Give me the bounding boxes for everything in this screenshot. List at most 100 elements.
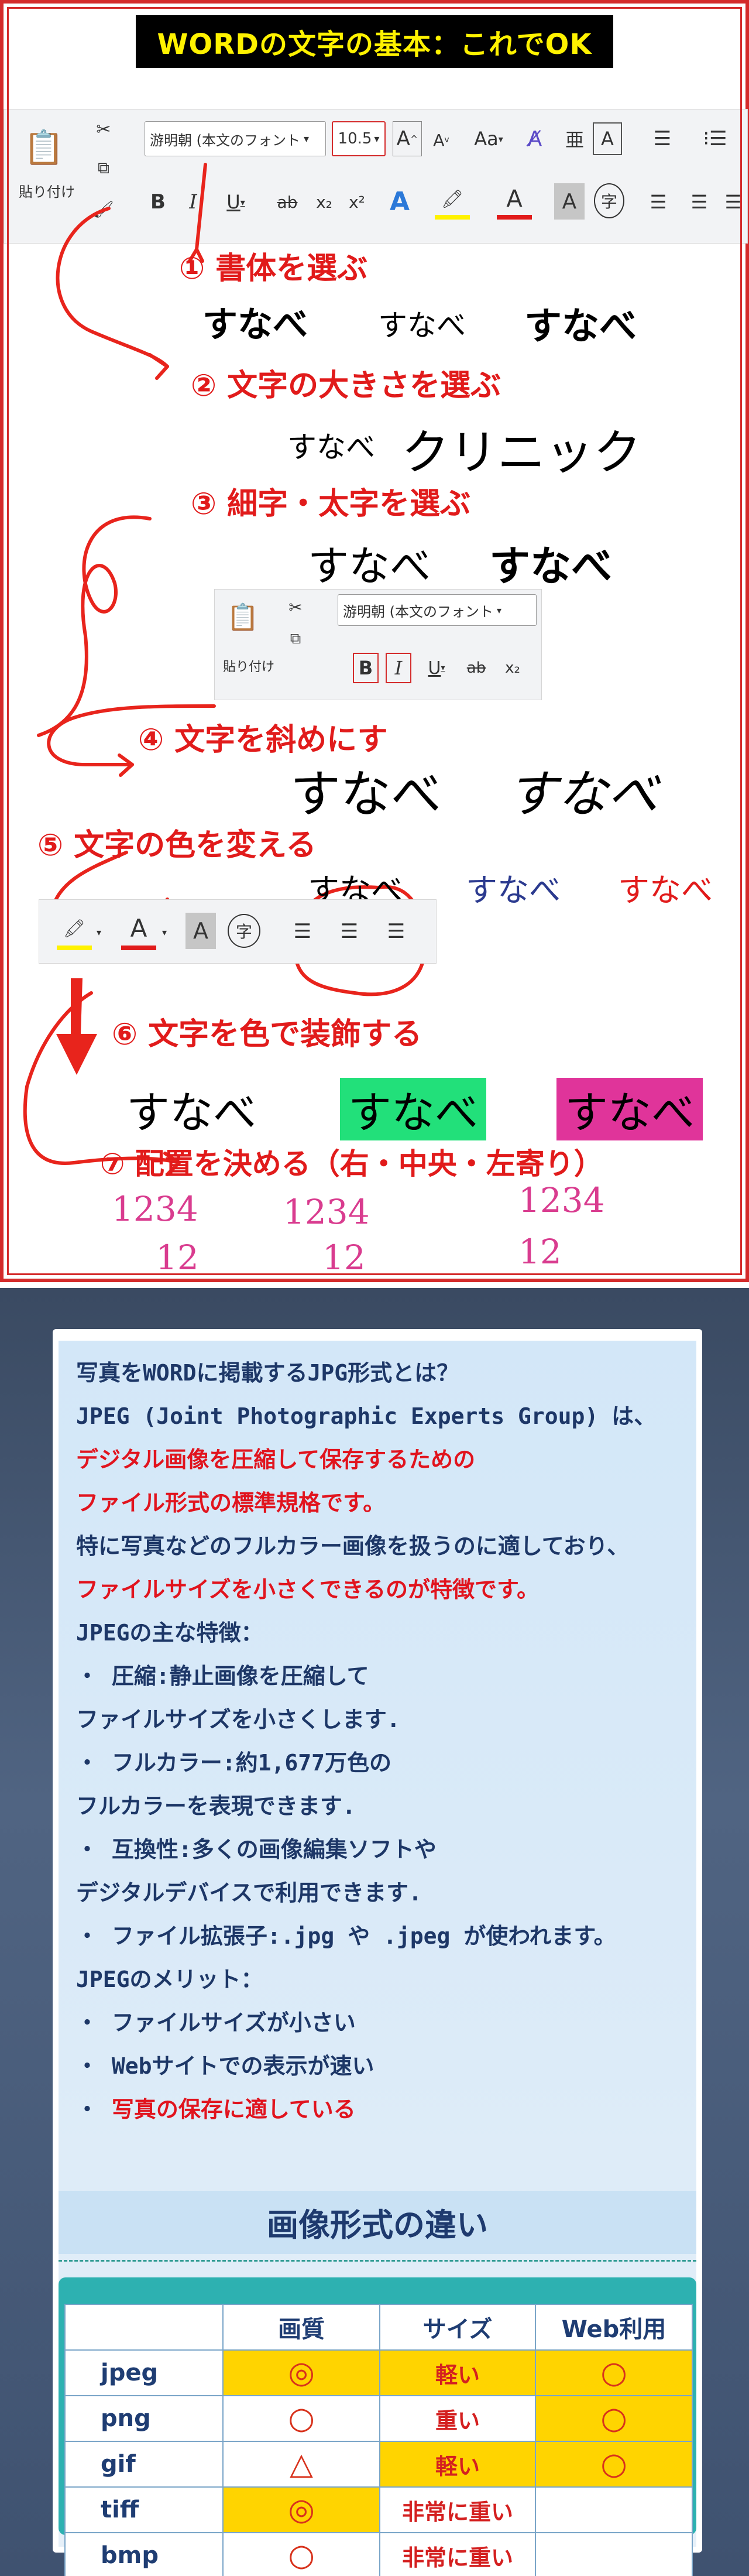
format-painter-icon[interactable]: 🖌 xyxy=(92,197,115,221)
table-header-row: 画質 サイズ Web利用 xyxy=(64,2304,693,2351)
jpeg-text-line: JPEGのメリット： xyxy=(76,1967,263,1992)
jpeg-info-panel: 写真をWORDに掲載するJPG形式とは？ JPEG (Joint Photogra… xyxy=(0,1288,749,2576)
header-web: Web利用 xyxy=(535,2304,693,2351)
chevron-down-icon[interactable]: ▾ xyxy=(93,917,105,947)
shrink-font-button[interactable]: Av xyxy=(427,124,456,156)
size-sample-large: クリニック xyxy=(401,425,642,481)
scissors-icon[interactable]: ✂ xyxy=(92,118,115,141)
step-1-title: ① 書体を選ぶ xyxy=(179,251,368,286)
bold-button[interactable]: B xyxy=(353,653,379,683)
jpeg-text-line: ・ Webサイトでの表示が速い xyxy=(76,2053,374,2079)
jpeg-text-line: ・ 写真の保存に適している xyxy=(76,2095,356,2124)
paste-icon[interactable]: 📋 xyxy=(225,597,260,638)
align-left-icon[interactable]: ☰ xyxy=(285,915,320,948)
chevron-down-icon[interactable]: ▾ xyxy=(159,917,170,947)
jpeg-text-line: デジタル画像を圧縮して保存するための xyxy=(76,1447,476,1472)
phonetic-guide-button[interactable]: 亜 xyxy=(560,120,589,157)
format-name: tiff xyxy=(64,2486,224,2533)
align-center-icon[interactable]: ☰ xyxy=(683,186,716,218)
align-right-icon[interactable]: ☰ xyxy=(719,186,747,218)
jpeg-text-line: JPEG (Joint Photographic Experts Group) … xyxy=(76,1403,657,1429)
weight-sample-light: すなべ xyxy=(308,542,431,590)
format-comparison-table: 画質 サイズ Web利用 jpeg ◎ 軽い ○ png ○ 重い ○ gif … xyxy=(64,2304,693,2576)
subscript-button[interactable]: x₂ xyxy=(311,186,338,218)
header-size: サイズ xyxy=(379,2304,536,2351)
quality-cell: ◎ xyxy=(222,2486,380,2533)
font-sample-heavy: すなべ xyxy=(524,305,637,348)
font-name-value: 游明朝 (本文のフォント xyxy=(343,603,493,620)
align-left-sample-2: 12 xyxy=(156,1238,199,1277)
quality-cell: ◎ xyxy=(222,2349,380,2396)
align-right-icon[interactable]: ☰ xyxy=(379,915,414,948)
jpeg-text-line: JPEGの主な特徴： xyxy=(76,1620,263,1646)
numbering-icon[interactable]: ⁝☰ xyxy=(695,121,736,156)
table-title: 画像形式の違い xyxy=(267,2207,488,2243)
word-ribbon-crop: 📋 貼り付け ✂ ⧉ 游明朝 (本文のフォント ▾ B I U ▾ ab x₂ xyxy=(214,589,542,700)
format-name: png xyxy=(64,2395,224,2442)
change-case-button[interactable]: Aa ▾ xyxy=(466,121,511,156)
font-size-select[interactable]: 10.5 ▾ xyxy=(332,121,386,156)
char-shading-button[interactable]: A xyxy=(185,913,216,949)
jpeg-text-line: 写真をWORDに掲載するJPG形式とは？ xyxy=(76,1360,459,1386)
word-basics-panel: WORDの文字の基本：これでOK 📋 貼り付け ✂ ⧉ 🖌 游明朝 (本文のフォ… xyxy=(0,0,749,1282)
weight-sample-bold: すなべ xyxy=(489,542,612,590)
paste-label[interactable]: 貼り付け xyxy=(15,179,79,202)
chevron-down-icon: ▾ xyxy=(240,196,245,208)
underline-button[interactable]: U ▾ xyxy=(421,653,452,683)
char-shading-button[interactable]: A xyxy=(554,183,585,220)
banner: WORDの文字の基本：これでOK xyxy=(4,15,745,68)
enclose-char-button[interactable]: 字 xyxy=(228,914,260,948)
web-cell xyxy=(535,2486,693,2533)
enclose-char-button[interactable]: 字 xyxy=(594,183,624,218)
copy-icon[interactable]: ⧉ xyxy=(284,627,307,650)
grow-font-button[interactable]: A ^ xyxy=(393,121,422,156)
char-border-button[interactable]: A xyxy=(593,122,622,155)
subscript-button[interactable]: x₂ xyxy=(498,653,527,683)
quality-cell: ○ xyxy=(222,2532,380,2576)
align-left-sample-1: 1234 xyxy=(112,1189,198,1229)
font-name-value: 游明朝 (本文のフォント xyxy=(150,132,300,149)
align-center-icon[interactable]: ☰ xyxy=(332,915,367,948)
font-name-select[interactable]: 游明朝 (本文のフォント ▾ xyxy=(145,121,326,156)
step-6-title: ⑥ 文字を色で装飾する xyxy=(112,1017,422,1052)
strikethrough-button[interactable]: ab xyxy=(461,653,492,683)
copy-icon[interactable]: ⧉ xyxy=(92,156,115,180)
web-cell xyxy=(535,2532,693,2576)
table-row: png ○ 重い ○ xyxy=(64,2395,693,2442)
clear-format-icon[interactable]: A̸ xyxy=(519,121,551,156)
scissors-icon[interactable]: ✂ xyxy=(284,595,307,619)
bullets-icon[interactable]: ☰ xyxy=(642,121,683,156)
paste-label[interactable]: 貼り付け xyxy=(221,654,277,677)
highlight-color-button[interactable]: 🖍 xyxy=(435,183,470,220)
step-7-title: ⑦ 配置を決める（右・中央・左寄り） xyxy=(100,1147,603,1181)
italic-sample-normal: すなべ xyxy=(290,765,441,824)
font-name-select[interactable]: 游明朝 (本文のフォント ▾ xyxy=(338,594,537,626)
chevron-down-icon: ▾ xyxy=(304,132,310,145)
size-cell: 非常に重い xyxy=(379,2532,536,2576)
font-color-button[interactable]: A xyxy=(497,183,532,220)
header-blank xyxy=(64,2304,224,2351)
font-color-button[interactable]: A xyxy=(121,910,156,950)
align-right-sample-2: 12 xyxy=(518,1232,562,1272)
italic-button[interactable]: I xyxy=(180,186,207,218)
font-sample-mincho: すなべ xyxy=(378,309,466,342)
strikethrough-button[interactable]: ab xyxy=(271,186,304,218)
italic-button[interactable]: I xyxy=(386,653,411,683)
jpeg-text-line: 特に写真などのフルカラー画像を扱うのに適しており、 xyxy=(76,1533,630,1559)
highlight-color-button[interactable]: 🖍 xyxy=(57,912,92,950)
jpeg-text-line: ファイルサイズを小さくできるのが特徴です。 xyxy=(76,1577,540,1602)
format-name: bmp xyxy=(64,2532,224,2576)
banner-title: WORDの文字の基本：これでOK xyxy=(136,15,613,68)
bold-button[interactable]: B xyxy=(145,186,171,218)
jpeg-text-line: ・ ファイル拡張子:.jpg や .jpeg が使われます。 xyxy=(76,1923,616,1949)
bullet-mark: ・ xyxy=(76,2097,112,2122)
underline-button[interactable]: U ▾ xyxy=(218,186,253,218)
italic-sample-slanted: すなべ xyxy=(507,765,658,824)
size-cell: 軽い xyxy=(379,2349,536,2396)
align-left-icon[interactable]: ☰ xyxy=(642,186,675,218)
paste-icon[interactable]: 📋 xyxy=(20,121,67,174)
color-sample-blue: すなべ xyxy=(466,872,561,909)
text-effects-button[interactable]: A xyxy=(382,183,417,220)
step-3-title: ③ 細字・太字を選ぶ xyxy=(191,487,471,522)
superscript-button[interactable]: x² xyxy=(343,186,370,218)
